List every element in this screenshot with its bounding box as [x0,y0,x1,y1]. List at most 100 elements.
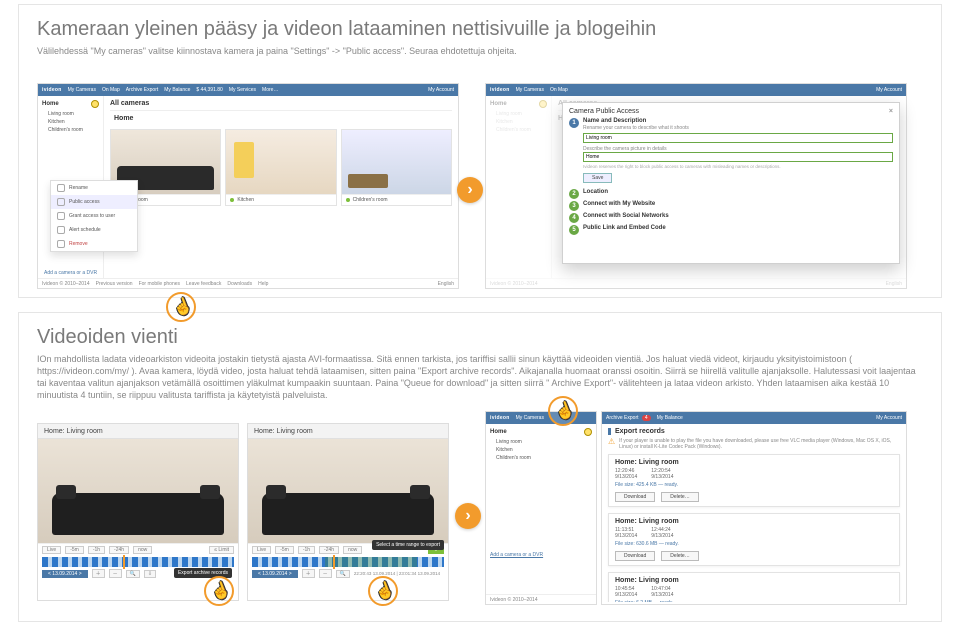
back-24h-button[interactable]: -24h [319,546,339,554]
footer-downloads[interactable]: Downloads [227,281,252,287]
step-badge-3: 3 [569,201,579,211]
nav-more[interactable]: More… [262,87,278,93]
logo: ivideon [42,87,62,93]
nav-my-account[interactable]: My Account [876,87,902,93]
close-icon[interactable]: × [889,108,893,115]
warning-icon: ⚠ [608,438,615,446]
footer-lang[interactable]: English [438,281,454,287]
footer-previous[interactable]: Previous version [96,281,133,287]
playhead-icon[interactable] [123,555,125,569]
nav-my-services[interactable]: My Services [229,87,256,93]
nav-my-balance[interactable]: My Balance [657,415,683,421]
back-5m-button[interactable]: -5m [65,546,84,554]
nav-my-account[interactable]: My Account [876,415,902,421]
app-topbar: ivideon My Cameras On Map My Account [486,84,906,96]
date-picker[interactable]: < 13.09.2014 > [42,570,88,578]
nav-my-balance[interactable]: My Balance [164,87,190,93]
sidebar-item-living: Living room [490,110,547,118]
add-camera-link[interactable]: Add a camera or a DVR [490,552,543,558]
zoom-in-icon[interactable]: ＋ [92,569,105,578]
sidebar-item-living[interactable]: Living room [490,438,592,446]
sidebar-group[interactable]: Home [42,101,59,107]
add-camera-link[interactable]: Add a camera or a DVR [44,270,97,276]
step3-title[interactable]: Connect with My Website [583,201,655,207]
footer-help[interactable]: Help [258,281,268,287]
camera-card-kids[interactable]: Children's room [341,129,452,206]
back-24h-button[interactable]: -24h [109,546,129,554]
range-readout: 22:20:43 13.09.2014 | 23:01:34 13.09.201… [354,571,440,576]
now-button[interactable]: now [133,546,152,554]
sidebar-item-kids[interactable]: Children's room [490,454,592,462]
nav-my-cameras[interactable]: My Cameras [516,415,544,421]
pin-icon[interactable] [91,100,99,108]
zoom-out-icon[interactable]: － [319,569,332,578]
step5-title[interactable]: Public Link and Embed Code [583,225,666,231]
export-archive-button[interactable]: ⇩ [144,570,156,578]
menu-remove[interactable]: Remove [104,237,137,251]
menu-alert-schedule[interactable]: Alert schedule [104,223,137,237]
footer-mobile[interactable]: For mobile phones [139,281,180,287]
menu-grant-access[interactable]: Grant access to user [104,209,137,223]
zoom-in-icon[interactable]: ＋ [302,569,315,578]
timeline-bar[interactable] [42,557,234,567]
playhead-icon[interactable] [333,555,335,569]
download-button[interactable]: Download [615,492,655,502]
nav-on-map[interactable]: On Map [102,87,120,93]
next-step-chevron[interactable]: › [455,503,481,529]
nav-my-cameras[interactable]: My Cameras [516,87,544,93]
camera-desc-input[interactable] [583,152,893,162]
search-icon[interactable]: 🔍 [336,570,350,578]
sidebar-group[interactable]: Home [490,429,507,435]
back-1h-button[interactable]: -1h [88,546,105,554]
nav-on-map[interactable]: On Map [550,87,568,93]
timeline-bar[interactable] [252,557,444,567]
camera-card-kitchen[interactable]: Kitchen [225,129,336,206]
export-name: Home: Living room [615,577,893,584]
delete-button[interactable]: Delete… [661,492,698,502]
sidebar-item-kids[interactable]: Children's room [42,126,99,134]
menu-public-access[interactable]: Public access [104,195,137,209]
next-step-chevron[interactable]: › [457,177,483,203]
footer-copyright: Ivideon © 2010–2014 [490,281,538,287]
export-list: Home: Living room 12:20:469/13/2014 12:2… [608,454,900,602]
breadcrumb-home: Home [110,115,452,125]
search-icon[interactable]: 🔍 [126,570,140,578]
step-badge-2: 2 [569,189,579,199]
step4-title[interactable]: Connect with Social Networks [583,213,669,219]
public-access-dialog: Camera Public Access × 1 Name and Descri… [562,102,900,264]
selection-range[interactable] [325,557,417,567]
codec-warning: ⚠ If your player is unable to play the f… [608,438,900,450]
step1-subtitle: Rename your camera to describe what it s… [583,125,893,131]
delete-button[interactable]: Delete… [661,551,698,561]
save-button[interactable]: Save [583,173,612,183]
nav-my-cameras[interactable]: My Cameras [68,87,96,93]
back-5m-button[interactable]: -5m [275,546,294,554]
video-area[interactable] [38,439,238,543]
limit-button[interactable]: ≤ Limit [209,546,234,554]
video-area[interactable] [248,439,448,543]
nav-my-account[interactable]: My Account [428,87,454,93]
back-1h-button[interactable]: -1h [298,546,315,554]
timeline: Live -5m -1h -24h now ≤ Limit < 13.09.20… [38,543,238,588]
live-button[interactable]: Live [252,546,271,554]
sidebar-item-kitchen[interactable]: Kitchen [490,446,592,454]
date-picker[interactable]: < 13.09.2014 > [252,570,298,578]
zoom-out-icon[interactable]: － [109,569,122,578]
app-topbar: ivideon My Cameras [486,412,596,424]
live-button[interactable]: Live [42,546,61,554]
viewer-title: Home: Living room [38,424,238,439]
menu-rename[interactable]: Rename [104,181,137,195]
camera-name-input[interactable] [583,133,893,143]
nav-archive-export[interactable]: Archive Export 4 [606,415,651,421]
nav-archive-export[interactable]: Archive Export [126,87,159,93]
status-dot-icon [346,198,350,202]
now-button[interactable]: now [343,546,362,554]
sidebar-item-kitchen[interactable]: Kitchen [42,118,99,126]
download-button[interactable]: Download [615,551,655,561]
footer-feedback[interactable]: Leave feedback [186,281,221,287]
crumb-all[interactable]: All cameras [110,100,149,107]
sidebar-item-living[interactable]: Living room [42,110,99,118]
step2-title[interactable]: Location [583,189,608,195]
card-label: Kitchen [237,197,254,203]
crumb-home[interactable]: Home [114,115,133,122]
